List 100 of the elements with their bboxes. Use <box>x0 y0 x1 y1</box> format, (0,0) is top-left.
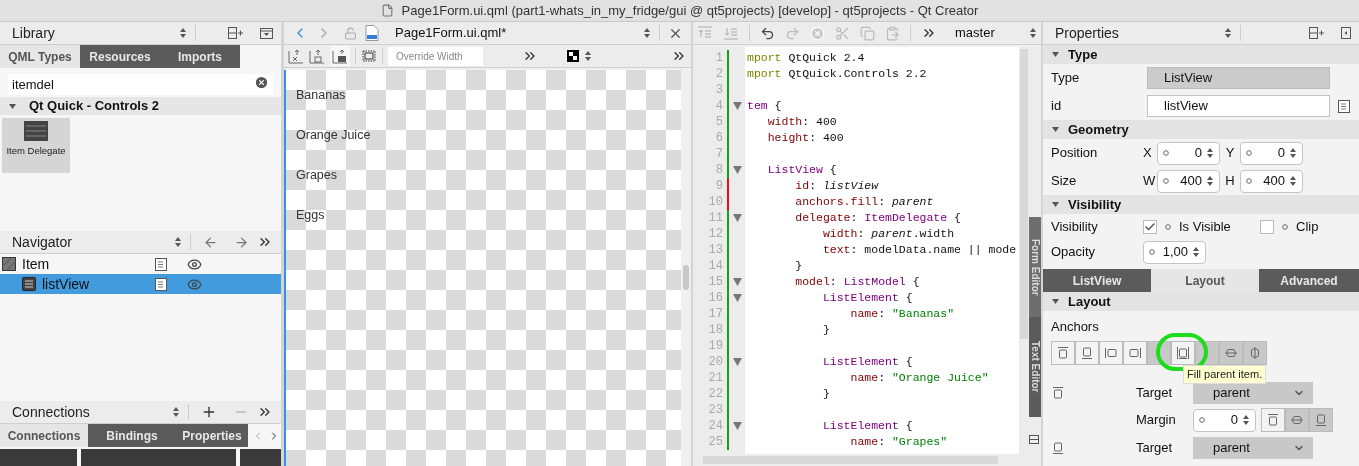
collapse-panel-icon[interactable] <box>1341 27 1351 39</box>
spin-box[interactable]: 0 <box>1157 141 1220 165</box>
document-icon[interactable] <box>155 257 167 271</box>
anchor-button[interactable] <box>1219 341 1243 365</box>
binding-icon[interactable] <box>1163 178 1169 184</box>
snap-icon[interactable] <box>288 48 304 64</box>
category-header[interactable]: Qt Quick - Controls 2 <box>0 97 281 115</box>
section-title[interactable]: Visibility <box>1068 194 1122 215</box>
checkbox-label[interactable]: Clip <box>1296 216 1319 237</box>
spin-arrows-icon[interactable] <box>1206 175 1214 187</box>
spin-box[interactable]: 400 <box>1240 169 1303 193</box>
sort-arrows-icon[interactable] <box>172 406 180 418</box>
tab[interactable]: Bindings <box>88 424 176 447</box>
sort-arrows-icon[interactable] <box>174 236 182 248</box>
expand-arrow-icon[interactable] <box>1051 125 1060 134</box>
binding-icon[interactable] <box>1246 178 1252 184</box>
list-item-label[interactable]: Bananas <box>296 85 346 105</box>
tree-item[interactable]: listView <box>0 274 281 294</box>
arrow-right-icon[interactable] <box>234 234 249 250</box>
checkbox-label[interactable]: Is Visible <box>1179 216 1231 237</box>
tab[interactable]: QML Types <box>0 45 80 68</box>
split-add-icon[interactable] <box>228 27 244 39</box>
checker-icon[interactable] <box>567 50 579 62</box>
anchor-button[interactable] <box>1309 408 1333 432</box>
sort-arrows-icon[interactable] <box>584 50 592 62</box>
expand-arrow-icon[interactable] <box>8 101 17 111</box>
fold-arrow-icon[interactable] <box>733 278 742 286</box>
tab[interactable]: ListView <box>1043 269 1151 292</box>
fold-arrow-icon[interactable] <box>733 102 742 110</box>
override-width-field[interactable]: Override Width <box>388 46 483 66</box>
scrollbar-thumb[interactable] <box>1020 49 1028 339</box>
eye-icon[interactable] <box>187 256 202 272</box>
checkbox[interactable] <box>1143 219 1157 234</box>
anchor-button[interactable] <box>1171 341 1195 365</box>
sort-arrows-icon[interactable] <box>1029 27 1037 39</box>
boundary-icon[interactable] <box>361 48 377 64</box>
anchor-snap-icon[interactable] <box>309 48 325 64</box>
search-field[interactable]: itemdel <box>8 74 273 95</box>
tab[interactable]: Properties <box>176 424 248 447</box>
branch-name[interactable]: master <box>955 23 1019 43</box>
panel-menu-icon[interactable] <box>260 27 273 39</box>
fold-arrow-icon[interactable] <box>733 422 742 430</box>
list-item-label[interactable]: Orange Juice <box>296 125 371 145</box>
binding-icon[interactable] <box>1165 223 1171 230</box>
fold-arrow-icon[interactable] <box>733 294 742 302</box>
binding-icon[interactable] <box>1163 150 1169 156</box>
sort-arrows-icon[interactable] <box>179 27 187 39</box>
tab[interactable]: Advanced <box>1259 269 1359 292</box>
anchor-button[interactable] <box>1261 408 1285 432</box>
sort-arrows-icon[interactable] <box>643 27 651 39</box>
tab[interactable]: Resources <box>80 45 160 68</box>
form-canvas[interactable]: Bananas Orange Juice Grapes Eggs <box>284 70 681 466</box>
side-tab[interactable]: Form Editor <box>1029 217 1041 317</box>
snap-margin-icon[interactable] <box>332 48 348 64</box>
binding-icon[interactable] <box>1199 417 1205 423</box>
binding-icon[interactable] <box>1246 150 1252 156</box>
binding-icon[interactable] <box>1149 249 1155 255</box>
scrollbar-thumb[interactable] <box>683 265 689 290</box>
document-icon[interactable] <box>1338 99 1350 113</box>
spin-arrows-icon[interactable] <box>1242 414 1250 426</box>
section-title[interactable]: Type <box>1068 44 1098 65</box>
checkbox[interactable] <box>1260 219 1274 234</box>
list-item-label[interactable]: Grapes <box>296 165 337 185</box>
expand-arrow-icon[interactable] <box>1051 50 1060 59</box>
tab[interactable]: Imports <box>160 45 240 68</box>
spin-arrows-icon[interactable] <box>1289 175 1297 187</box>
target-dropdown[interactable]: parent <box>1193 437 1313 459</box>
fold-arrow-icon[interactable] <box>733 214 742 222</box>
library-item[interactable]: Item Delegate <box>2 118 70 173</box>
id-field[interactable]: listView <box>1147 95 1330 117</box>
expand-arrow-icon[interactable] <box>1051 297 1060 306</box>
document-icon[interactable] <box>155 277 167 291</box>
anchor-button[interactable] <box>1051 341 1075 365</box>
section-title[interactable]: Layout <box>1068 291 1111 312</box>
spin-box[interactable]: 400 <box>1157 169 1220 193</box>
side-tab[interactable]: Text Editor <box>1029 317 1041 417</box>
anchor-button[interactable] <box>1243 341 1267 365</box>
spin-arrows-icon[interactable] <box>1192 246 1200 258</box>
tab[interactable]: Connections <box>0 424 88 447</box>
undo-icon[interactable] <box>760 25 775 41</box>
expand-arrow-icon[interactable] <box>1051 200 1060 209</box>
tree-item[interactable]: Item <box>0 254 281 274</box>
sort-arrows-icon[interactable] <box>1224 27 1232 39</box>
anchor-button[interactable] <box>1285 408 1309 432</box>
list-item-label[interactable]: Eggs <box>296 205 325 225</box>
split-icon[interactable] <box>1029 435 1039 444</box>
file-icon[interactable] <box>365 25 379 41</box>
spin-arrows-icon[interactable] <box>1289 147 1297 159</box>
spin-arrows-icon[interactable] <box>1206 147 1214 159</box>
spin-box[interactable]: 1,00 <box>1143 240 1206 264</box>
binding-icon[interactable] <box>1282 223 1288 230</box>
anchor-button[interactable] <box>1075 341 1099 365</box>
fold-arrow-icon[interactable] <box>733 166 742 174</box>
add-icon[interactable] <box>201 404 217 420</box>
split-add-icon[interactable] <box>1309 27 1325 39</box>
tab[interactable]: Layout <box>1151 269 1259 292</box>
anchor-button[interactable] <box>1123 341 1147 365</box>
fold-arrow-icon[interactable] <box>733 358 742 366</box>
spin-box[interactable]: 0 <box>1193 408 1256 432</box>
spin-box[interactable]: 0 <box>1240 141 1303 165</box>
